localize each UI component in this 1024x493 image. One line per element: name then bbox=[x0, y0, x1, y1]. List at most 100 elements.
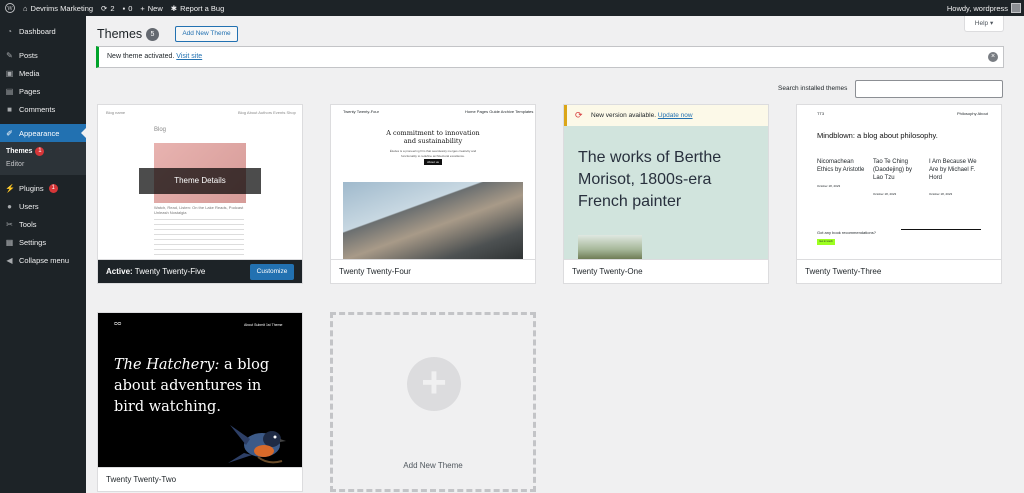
theme-card-twenty-twenty-five[interactable]: Blog name Blog About Authors Events Shop… bbox=[97, 104, 303, 284]
preview-brand: TT3 bbox=[817, 111, 825, 116]
sidebar-item-plugins[interactable]: ⚡ Plugins 1 bbox=[0, 179, 86, 197]
theme-screenshot[interactable]: Blog name Blog About Authors Events Shop… bbox=[98, 105, 302, 259]
preview-heading: A commitment to innovation and sustainab… bbox=[386, 129, 480, 145]
sidebar-item-media[interactable]: ▣ Media bbox=[0, 64, 86, 82]
preview-heading-italic: The Hatchery: bbox=[114, 357, 220, 373]
new-content-link[interactable]: + New bbox=[136, 0, 166, 16]
submenu-item-editor[interactable]: Editor bbox=[0, 158, 86, 171]
preview-subtitle: Études is a pioneering firm that seamles… bbox=[389, 149, 477, 158]
sidebar-item-label: Posts bbox=[19, 50, 38, 60]
sidebar-item-label: Dashboard bbox=[19, 26, 56, 36]
theme-count-badge: 5 bbox=[146, 28, 159, 41]
post-title: I Am Because We Are by Michael F. Hord bbox=[929, 159, 977, 181]
sidebar-item-dashboard[interactable]: ◔ Dashboard bbox=[0, 22, 86, 40]
preview-nav: About Submit 1st Theme bbox=[244, 323, 283, 327]
themes-update-badge: 1 bbox=[35, 147, 45, 156]
submenu-label: Editor bbox=[6, 161, 25, 168]
sidebar-item-appearance[interactable]: ✐ Appearance bbox=[0, 124, 86, 142]
sidebar-item-pages[interactable]: ▤ Pages bbox=[0, 82, 86, 100]
visit-site-link[interactable]: Visit site bbox=[176, 53, 202, 60]
theme-screenshot[interactable]: ᴑᴑ About Submit 1st Theme The Hatchery: … bbox=[98, 313, 302, 467]
theme-screenshot[interactable]: TT3 Philosophy About Mindblown: a blog a… bbox=[797, 105, 1001, 259]
preview-title: Blog bbox=[154, 127, 167, 133]
refresh-icon: ⟳ bbox=[101, 3, 108, 13]
help-tab-button[interactable]: Help ▾ bbox=[964, 16, 1004, 32]
bug-icon: ✱ bbox=[170, 3, 178, 13]
sidebar-item-label: Collapse menu bbox=[19, 255, 70, 265]
sidebar-item-users[interactable]: ● Users bbox=[0, 197, 86, 215]
customize-button[interactable]: Customize bbox=[250, 264, 294, 280]
plugins-update-badge: 1 bbox=[48, 183, 58, 193]
theme-screenshot[interactable]: Twenty Twenty-Four Home Pages Guide Arch… bbox=[331, 105, 535, 259]
preview-heading: Mindblown: a blog about philosophy. bbox=[817, 131, 938, 140]
report-bug-link[interactable]: ✱ Report a Bug bbox=[167, 0, 229, 16]
comments-icon: ■ bbox=[7, 104, 12, 114]
submenu-item-themes[interactable]: Themes 1 bbox=[0, 145, 86, 158]
update-available-notice: ⟳ New version available. Update now bbox=[564, 105, 768, 126]
users-icon: ● bbox=[7, 201, 12, 211]
sidebar-item-comments[interactable]: ■ Comments bbox=[0, 100, 86, 118]
sidebar-item-settings[interactable]: ▦ Settings bbox=[0, 233, 86, 251]
add-new-theme-button[interactable]: Add New Theme bbox=[175, 26, 238, 42]
add-new-theme-card[interactable]: + Add New Theme bbox=[330, 312, 536, 492]
search-label: Search installed themes bbox=[778, 85, 848, 92]
updates-count: 2 bbox=[110, 3, 115, 13]
update-text: New version available. bbox=[591, 112, 657, 119]
update-now-link[interactable]: Update now bbox=[658, 112, 693, 119]
preview-painting-image bbox=[578, 235, 642, 259]
svg-text:W: W bbox=[7, 6, 13, 12]
updates-link[interactable]: ⟳ 2 bbox=[97, 0, 118, 16]
theme-name: Twenty Twenty-Five bbox=[134, 267, 206, 276]
bird-illustration bbox=[228, 425, 286, 464]
preview-heading: The works of Berthe Morisot, 1800s-era F… bbox=[578, 149, 722, 210]
search-themes-input[interactable] bbox=[855, 80, 1003, 98]
preview-divider bbox=[901, 229, 981, 230]
plus-icon: + bbox=[407, 357, 461, 411]
sidebar-item-tools[interactable]: ✂ Tools bbox=[0, 215, 86, 233]
post-date: October 18, 2023 bbox=[929, 192, 953, 196]
preview-post-1: Nicomachean Ethics by Aristotle October … bbox=[817, 158, 867, 188]
theme-card-twenty-twenty-one[interactable]: ⟳ New version available. Update now The … bbox=[563, 104, 769, 284]
admin-sidebar: ◔ Dashboard ✎ Posts ▣ Media ▤ Pages ■ Co… bbox=[0, 16, 86, 493]
dashboard-icon: ◔ bbox=[7, 26, 12, 36]
brush-icon: ✐ bbox=[6, 128, 13, 138]
preview-post-3: I Am Because We Are by Michael F. Hord O… bbox=[929, 158, 983, 196]
sidebar-item-label: Tools bbox=[19, 219, 37, 229]
sidebar-item-label: Appearance bbox=[19, 128, 60, 138]
dismiss-notice-icon[interactable]: × bbox=[988, 52, 998, 62]
theme-card-twenty-twenty-three[interactable]: TT3 Philosophy About Mindblown: a blog a… bbox=[796, 104, 1002, 284]
add-new-theme-label: Add New Theme bbox=[403, 461, 463, 470]
preview-nav: Home Pages Guide Archive Templates bbox=[465, 109, 534, 114]
sidebar-item-label: Pages bbox=[19, 86, 41, 96]
update-refresh-icon: ⟳ bbox=[575, 110, 583, 120]
post-title: Tao Te Ching (Daodejing) by Lao Tzu bbox=[873, 159, 913, 181]
theme-card-twenty-twenty-two[interactable]: ᴑᴑ About Submit 1st Theme The Hatchery: … bbox=[97, 312, 303, 492]
sidebar-item-label: Plugins bbox=[19, 183, 44, 193]
preview-heading: The Hatchery: a blog about adventures in… bbox=[114, 355, 274, 418]
report-bug-label: Report a Bug bbox=[180, 3, 225, 13]
preview-brand: Blog name bbox=[106, 110, 126, 115]
preview-post-2: Tao Te Ching (Daodejing) by Lao Tzu Octo… bbox=[873, 158, 923, 196]
theme-name-bar: Twenty Twenty-Four bbox=[331, 259, 535, 283]
account-menu[interactable]: Howdy, wordpress bbox=[943, 0, 1024, 16]
preview-nav: Blog About Authors Events Shop bbox=[238, 110, 296, 115]
theme-details-button[interactable]: Theme Details bbox=[139, 168, 261, 194]
preview-heading: Watch, Read, Listen: On the Lake Reads, … bbox=[154, 205, 244, 215]
pages-icon: ▤ bbox=[5, 86, 14, 96]
main-content: Help ▾ Themes 5 Add New Theme New theme … bbox=[86, 16, 1024, 493]
theme-name: Twenty Twenty-Four bbox=[339, 267, 411, 276]
sidebar-collapse-menu[interactable]: ◀ Collapse menu bbox=[0, 251, 86, 269]
submenu-label: Themes bbox=[6, 148, 33, 155]
theme-card-twenty-twenty-four[interactable]: Twenty Twenty-Four Home Pages Guide Arch… bbox=[330, 104, 536, 284]
theme-screenshot[interactable]: ⟳ New version available. Update now The … bbox=[564, 105, 768, 259]
page-title: Themes bbox=[97, 27, 143, 41]
admin-bar: W ⌂ Devrims Marketing ⟳ 2 ▪ 0 + New ✱ Re… bbox=[0, 0, 1024, 16]
site-name-link[interactable]: ⌂ Devrims Marketing bbox=[19, 0, 97, 16]
theme-name-bar: Active: Twenty Twenty-Five Customize bbox=[98, 259, 302, 283]
sidebar-item-posts[interactable]: ✎ Posts bbox=[0, 46, 86, 64]
plugin-icon: ⚡ bbox=[5, 183, 15, 193]
comments-link[interactable]: ▪ 0 bbox=[119, 0, 137, 16]
wrench-icon: ✂ bbox=[6, 219, 13, 229]
wordpress-logo-icon[interactable]: W bbox=[0, 0, 19, 16]
media-icon: ▣ bbox=[5, 68, 14, 78]
